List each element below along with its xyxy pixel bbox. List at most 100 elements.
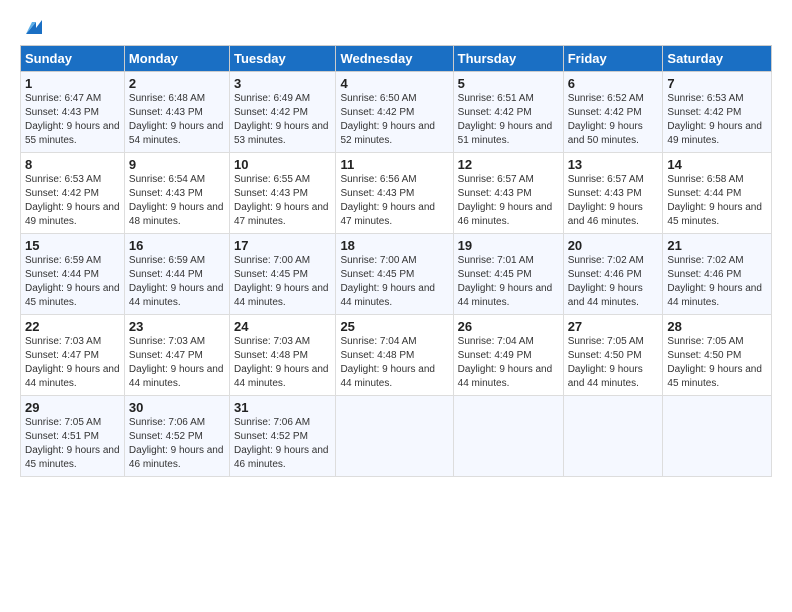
calendar-cell: 18 Sunrise: 7:00 AMSunset: 4:45 PMDaylig… [336, 234, 453, 315]
calendar-cell: 21 Sunrise: 7:02 AMSunset: 4:46 PMDaylig… [663, 234, 772, 315]
day-number: 25 [340, 319, 448, 334]
calendar-cell: 30 Sunrise: 7:06 AMSunset: 4:52 PMDaylig… [124, 396, 229, 477]
day-detail: Sunrise: 7:00 AMSunset: 4:45 PMDaylight:… [340, 255, 435, 308]
day-detail: Sunrise: 6:53 AMSunset: 4:42 PMDaylight:… [25, 174, 120, 227]
day-detail: Sunrise: 7:03 AMSunset: 4:48 PMDaylight:… [234, 336, 329, 389]
day-number: 8 [25, 157, 120, 172]
day-number: 2 [129, 76, 225, 91]
day-number: 10 [234, 157, 331, 172]
calendar-cell: 7 Sunrise: 6:53 AMSunset: 4:42 PMDayligh… [663, 72, 772, 153]
day-number: 3 [234, 76, 331, 91]
day-number: 15 [25, 238, 120, 253]
calendar-cell: 15 Sunrise: 6:59 AMSunset: 4:44 PMDaylig… [21, 234, 125, 315]
calendar-cell: 19 Sunrise: 7:01 AMSunset: 4:45 PMDaylig… [453, 234, 563, 315]
day-number: 11 [340, 157, 448, 172]
calendar-cell: 14 Sunrise: 6:58 AMSunset: 4:44 PMDaylig… [663, 153, 772, 234]
calendar-week-row: 8 Sunrise: 6:53 AMSunset: 4:42 PMDayligh… [21, 153, 772, 234]
day-number: 28 [667, 319, 767, 334]
calendar-cell: 6 Sunrise: 6:52 AMSunset: 4:42 PMDayligh… [563, 72, 663, 153]
calendar-cell: 2 Sunrise: 6:48 AMSunset: 4:43 PMDayligh… [124, 72, 229, 153]
calendar-cell: 23 Sunrise: 7:03 AMSunset: 4:47 PMDaylig… [124, 315, 229, 396]
day-detail: Sunrise: 7:04 AMSunset: 4:48 PMDaylight:… [340, 336, 435, 389]
logo [20, 16, 44, 37]
calendar-week-row: 29 Sunrise: 7:05 AMSunset: 4:51 PMDaylig… [21, 396, 772, 477]
calendar-cell [663, 396, 772, 477]
calendar-cell: 8 Sunrise: 6:53 AMSunset: 4:42 PMDayligh… [21, 153, 125, 234]
day-number: 4 [340, 76, 448, 91]
day-detail: Sunrise: 6:53 AMSunset: 4:42 PMDaylight:… [667, 93, 762, 146]
day-number: 6 [568, 76, 659, 91]
calendar-cell: 3 Sunrise: 6:49 AMSunset: 4:42 PMDayligh… [229, 72, 335, 153]
calendar-cell: 17 Sunrise: 7:00 AMSunset: 4:45 PMDaylig… [229, 234, 335, 315]
day-header-sunday: Sunday [21, 46, 125, 72]
logo-bird-icon [22, 16, 44, 38]
day-detail: Sunrise: 7:05 AMSunset: 4:50 PMDaylight:… [667, 336, 762, 389]
calendar-cell: 22 Sunrise: 7:03 AMSunset: 4:47 PMDaylig… [21, 315, 125, 396]
day-detail: Sunrise: 7:03 AMSunset: 4:47 PMDaylight:… [129, 336, 224, 389]
day-detail: Sunrise: 7:02 AMSunset: 4:46 PMDaylight:… [568, 255, 644, 308]
day-detail: Sunrise: 7:06 AMSunset: 4:52 PMDaylight:… [129, 417, 224, 470]
day-detail: Sunrise: 7:01 AMSunset: 4:45 PMDaylight:… [458, 255, 553, 308]
day-number: 31 [234, 400, 331, 415]
day-number: 29 [25, 400, 120, 415]
day-number: 14 [667, 157, 767, 172]
calendar-cell [563, 396, 663, 477]
calendar-cell: 20 Sunrise: 7:02 AMSunset: 4:46 PMDaylig… [563, 234, 663, 315]
calendar-week-row: 1 Sunrise: 6:47 AMSunset: 4:43 PMDayligh… [21, 72, 772, 153]
day-number: 13 [568, 157, 659, 172]
calendar-cell: 5 Sunrise: 6:51 AMSunset: 4:42 PMDayligh… [453, 72, 563, 153]
day-number: 9 [129, 157, 225, 172]
day-detail: Sunrise: 6:48 AMSunset: 4:43 PMDaylight:… [129, 93, 224, 146]
page: SundayMondayTuesdayWednesdayThursdayFrid… [0, 0, 792, 612]
day-detail: Sunrise: 6:49 AMSunset: 4:42 PMDaylight:… [234, 93, 329, 146]
day-detail: Sunrise: 6:55 AMSunset: 4:43 PMDaylight:… [234, 174, 329, 227]
day-detail: Sunrise: 6:56 AMSunset: 4:43 PMDaylight:… [340, 174, 435, 227]
day-detail: Sunrise: 7:06 AMSunset: 4:52 PMDaylight:… [234, 417, 329, 470]
calendar-cell: 16 Sunrise: 6:59 AMSunset: 4:44 PMDaylig… [124, 234, 229, 315]
day-number: 16 [129, 238, 225, 253]
calendar-cell [336, 396, 453, 477]
calendar-cell: 24 Sunrise: 7:03 AMSunset: 4:48 PMDaylig… [229, 315, 335, 396]
calendar-cell: 29 Sunrise: 7:05 AMSunset: 4:51 PMDaylig… [21, 396, 125, 477]
day-number: 1 [25, 76, 120, 91]
day-number: 18 [340, 238, 448, 253]
day-number: 24 [234, 319, 331, 334]
day-number: 17 [234, 238, 331, 253]
calendar-week-row: 22 Sunrise: 7:03 AMSunset: 4:47 PMDaylig… [21, 315, 772, 396]
calendar-cell [453, 396, 563, 477]
day-detail: Sunrise: 6:59 AMSunset: 4:44 PMDaylight:… [129, 255, 224, 308]
day-detail: Sunrise: 7:03 AMSunset: 4:47 PMDaylight:… [25, 336, 120, 389]
calendar-cell: 28 Sunrise: 7:05 AMSunset: 4:50 PMDaylig… [663, 315, 772, 396]
day-number: 7 [667, 76, 767, 91]
day-detail: Sunrise: 6:57 AMSunset: 4:43 PMDaylight:… [458, 174, 553, 227]
day-detail: Sunrise: 6:57 AMSunset: 4:43 PMDaylight:… [568, 174, 644, 227]
day-detail: Sunrise: 7:04 AMSunset: 4:49 PMDaylight:… [458, 336, 553, 389]
header [20, 16, 772, 37]
calendar-header-row: SundayMondayTuesdayWednesdayThursdayFrid… [21, 46, 772, 72]
calendar-cell: 27 Sunrise: 7:05 AMSunset: 4:50 PMDaylig… [563, 315, 663, 396]
calendar-cell: 12 Sunrise: 6:57 AMSunset: 4:43 PMDaylig… [453, 153, 563, 234]
day-number: 19 [458, 238, 559, 253]
calendar-cell: 26 Sunrise: 7:04 AMSunset: 4:49 PMDaylig… [453, 315, 563, 396]
calendar-cell: 31 Sunrise: 7:06 AMSunset: 4:52 PMDaylig… [229, 396, 335, 477]
day-detail: Sunrise: 6:50 AMSunset: 4:42 PMDaylight:… [340, 93, 435, 146]
day-detail: Sunrise: 6:54 AMSunset: 4:43 PMDaylight:… [129, 174, 224, 227]
day-detail: Sunrise: 6:59 AMSunset: 4:44 PMDaylight:… [25, 255, 120, 308]
day-detail: Sunrise: 6:47 AMSunset: 4:43 PMDaylight:… [25, 93, 120, 146]
calendar-week-row: 15 Sunrise: 6:59 AMSunset: 4:44 PMDaylig… [21, 234, 772, 315]
day-header-tuesday: Tuesday [229, 46, 335, 72]
day-detail: Sunrise: 6:51 AMSunset: 4:42 PMDaylight:… [458, 93, 553, 146]
day-number: 5 [458, 76, 559, 91]
calendar-cell: 25 Sunrise: 7:04 AMSunset: 4:48 PMDaylig… [336, 315, 453, 396]
day-detail: Sunrise: 6:58 AMSunset: 4:44 PMDaylight:… [667, 174, 762, 227]
day-number: 12 [458, 157, 559, 172]
day-number: 22 [25, 319, 120, 334]
calendar-cell: 9 Sunrise: 6:54 AMSunset: 4:43 PMDayligh… [124, 153, 229, 234]
day-number: 20 [568, 238, 659, 253]
day-detail: Sunrise: 7:05 AMSunset: 4:50 PMDaylight:… [568, 336, 644, 389]
day-header-thursday: Thursday [453, 46, 563, 72]
day-number: 30 [129, 400, 225, 415]
day-header-friday: Friday [563, 46, 663, 72]
calendar-cell: 10 Sunrise: 6:55 AMSunset: 4:43 PMDaylig… [229, 153, 335, 234]
day-header-monday: Monday [124, 46, 229, 72]
